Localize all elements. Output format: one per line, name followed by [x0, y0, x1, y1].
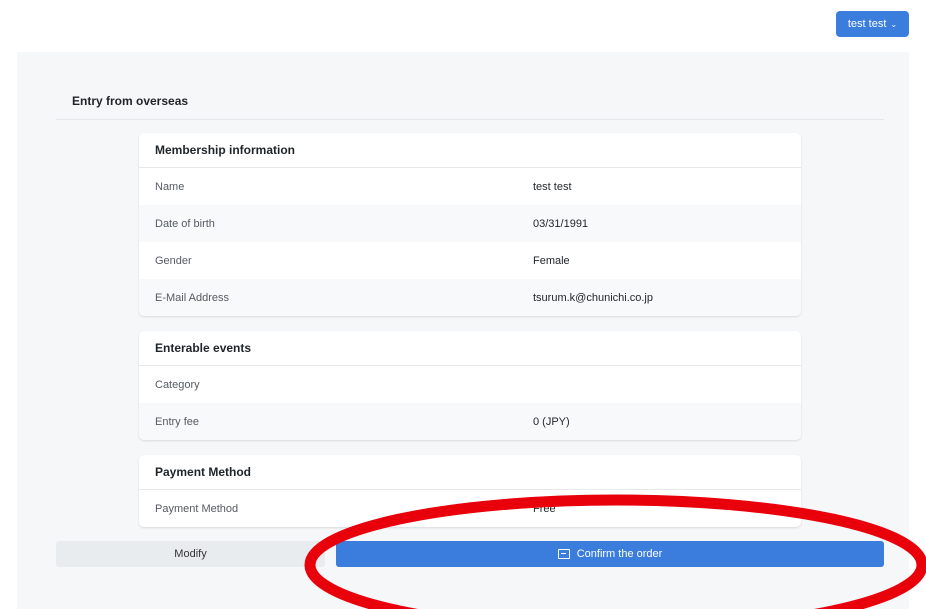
row-value: test test [533, 180, 572, 193]
events-row-fee: Entry fee 0 (JPY) [139, 403, 801, 440]
row-value: 0 (JPY) [533, 415, 570, 428]
events-card: Enterable events Category Entry fee 0 (J… [139, 331, 801, 440]
membership-card-title: Membership information [139, 133, 801, 168]
row-label: Entry fee [155, 415, 200, 428]
confirm-button-label: Confirm the order [576, 548, 663, 560]
row-label: Name [155, 180, 185, 193]
events-row-category: Category [139, 366, 801, 403]
membership-row-name: Name test test [139, 168, 801, 205]
user-menu-button[interactable]: test test ⌄ [836, 11, 909, 37]
payment-card: Payment Method Payment Method Free [139, 455, 801, 527]
row-label: Payment Method [155, 502, 239, 515]
row-label: Gender [155, 254, 192, 267]
row-label: Date of birth [155, 217, 215, 230]
chevron-down-icon: ⌄ [890, 19, 898, 29]
title-divider [56, 119, 884, 120]
membership-row-dob: Date of birth 03/31/1991 [139, 205, 801, 242]
page-title: Entry from overseas [72, 94, 189, 108]
confirm-order-button[interactable]: Confirm the order [336, 541, 884, 567]
membership-card: Membership information Name test test Da… [139, 133, 801, 316]
events-card-title: Enterable events [139, 331, 801, 366]
modify-button-label: Modify [174, 548, 207, 560]
row-label: E-Mail Address [155, 291, 229, 304]
user-menu-label: test test [847, 18, 887, 30]
row-value: Free [533, 502, 556, 515]
row-label: Category [155, 378, 200, 391]
membership-row-gender: Gender Female [139, 242, 801, 279]
login-icon [557, 549, 570, 559]
row-value: Female [533, 254, 570, 267]
payment-card-title: Payment Method [139, 455, 801, 490]
modify-button[interactable]: Modify [56, 541, 325, 567]
row-value: tsurum.k@chunichi.co.jp [533, 291, 653, 304]
row-value: 03/31/1991 [533, 217, 589, 230]
payment-row-method: Payment Method Free [139, 490, 801, 527]
membership-row-email: E-Mail Address tsurum.k@chunichi.co.jp [139, 279, 801, 316]
